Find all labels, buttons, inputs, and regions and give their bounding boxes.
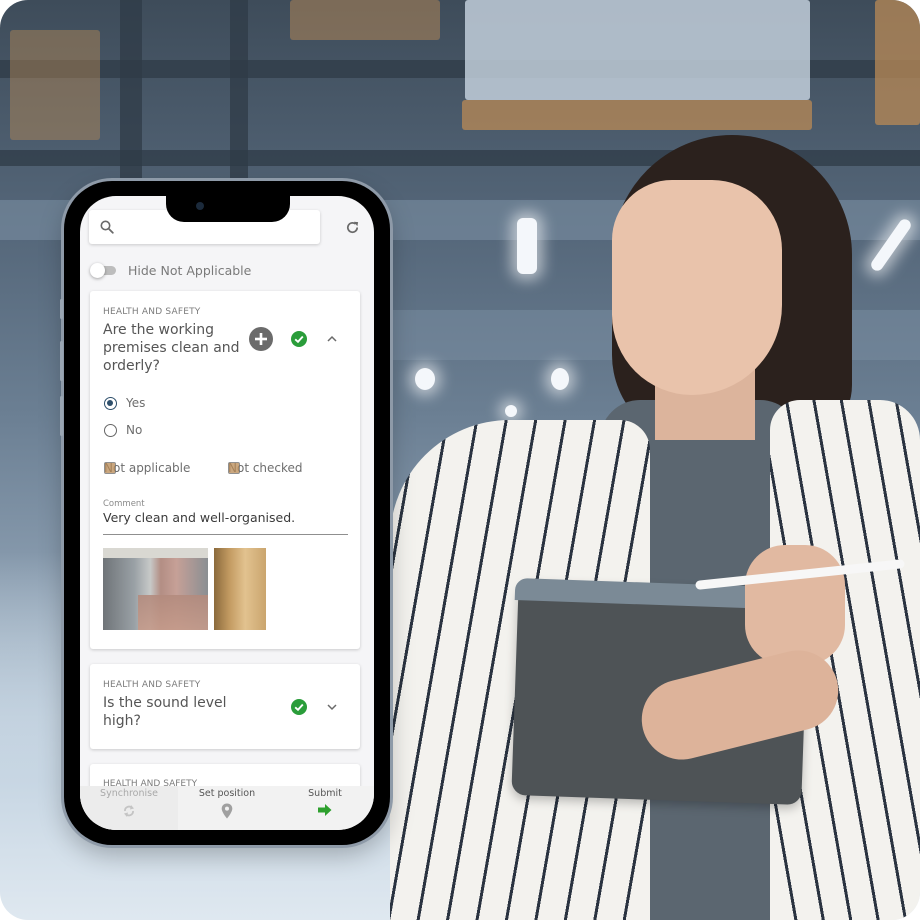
phone-mockup: Hide Not Applicable Health and Safety Ar… — [60, 181, 390, 845]
answer-no-radio[interactable]: No — [104, 423, 142, 437]
hide-not-applicable-toggle[interactable] — [90, 263, 116, 278]
radio-label: No — [126, 423, 143, 437]
set-position-button[interactable]: Set position — [178, 786, 276, 830]
question-text: Is the sound level high? — [103, 695, 227, 729]
chevron-down-icon[interactable] — [326, 702, 338, 712]
ceiling-light — [517, 218, 537, 274]
radio-label: Yes — [126, 396, 146, 410]
shelf-post — [230, 0, 248, 200]
pallet-box — [465, 0, 810, 100]
sync-icon — [124, 805, 134, 817]
person-face — [612, 180, 782, 395]
hide-not-applicable-row: Hide Not Applicable — [90, 260, 251, 280]
question-category: Health and Safety — [103, 307, 201, 317]
ceiling-light — [505, 405, 517, 417]
pallet-box — [875, 0, 920, 125]
add-attachment-button[interactable] — [249, 327, 273, 351]
refresh-icon[interactable] — [345, 220, 360, 235]
question-category: Health and Safety — [103, 680, 201, 690]
answer-yes-radio[interactable]: Yes — [104, 396, 145, 410]
person-hand — [745, 545, 845, 665]
arrow-right-icon — [318, 804, 332, 816]
photo-thumbnail-barrel-cellar[interactable] — [214, 548, 266, 630]
toggle-label: Hide Not Applicable — [128, 262, 252, 278]
comment-underline — [103, 534, 348, 535]
checkbox-icon — [228, 462, 240, 474]
synchronise-button[interactable]: Synchronise — [80, 786, 178, 830]
not-checked-checkbox[interactable]: Not checked — [228, 461, 303, 475]
bottom-nav: Synchronise Set position Submit — [80, 786, 374, 830]
question-text: Are the working premises clean and order… — [103, 322, 240, 374]
checkbox-label: Not applicable — [104, 461, 191, 475]
completed-check-icon — [291, 331, 307, 347]
search-icon — [100, 220, 114, 234]
checkbox-icon — [104, 462, 116, 474]
phone-notch — [166, 196, 290, 222]
pallet-box — [10, 30, 100, 140]
chevron-up-icon[interactable] — [326, 334, 338, 344]
nav-label: Synchronise — [100, 788, 158, 799]
not-applicable-checkbox[interactable]: Not applicable — [104, 461, 190, 475]
radio-unselected-icon — [104, 423, 117, 437]
phone-side-button — [60, 299, 63, 319]
camera-icon — [196, 202, 204, 210]
comment-label: Comment — [103, 499, 145, 509]
pallet-box — [290, 0, 440, 40]
phone-side-button — [60, 396, 63, 436]
completed-check-icon — [291, 699, 307, 715]
question-card[interactable]: Health and Safety Is the sound level hig… — [90, 664, 360, 749]
submit-button[interactable]: Submit — [276, 786, 374, 830]
pallet — [462, 100, 812, 130]
phone-side-button — [60, 341, 63, 381]
comment-field[interactable]: Very clean and well-organised. — [103, 510, 295, 525]
radio-selected-icon — [104, 396, 117, 410]
nav-label: Set position — [198, 788, 256, 799]
question-card: Health and Safety Are the working premis… — [90, 291, 360, 649]
ceiling-light — [551, 368, 569, 390]
location-pin-icon — [221, 803, 233, 819]
photo-thumbnail-winery-tanks[interactable] — [103, 548, 208, 630]
shelf-post — [120, 0, 142, 200]
toggle-thumb — [90, 263, 105, 278]
nav-label: Submit — [308, 788, 342, 799]
ceiling-light — [415, 368, 435, 390]
app-screen: Hide Not Applicable Health and Safety Ar… — [80, 196, 374, 830]
